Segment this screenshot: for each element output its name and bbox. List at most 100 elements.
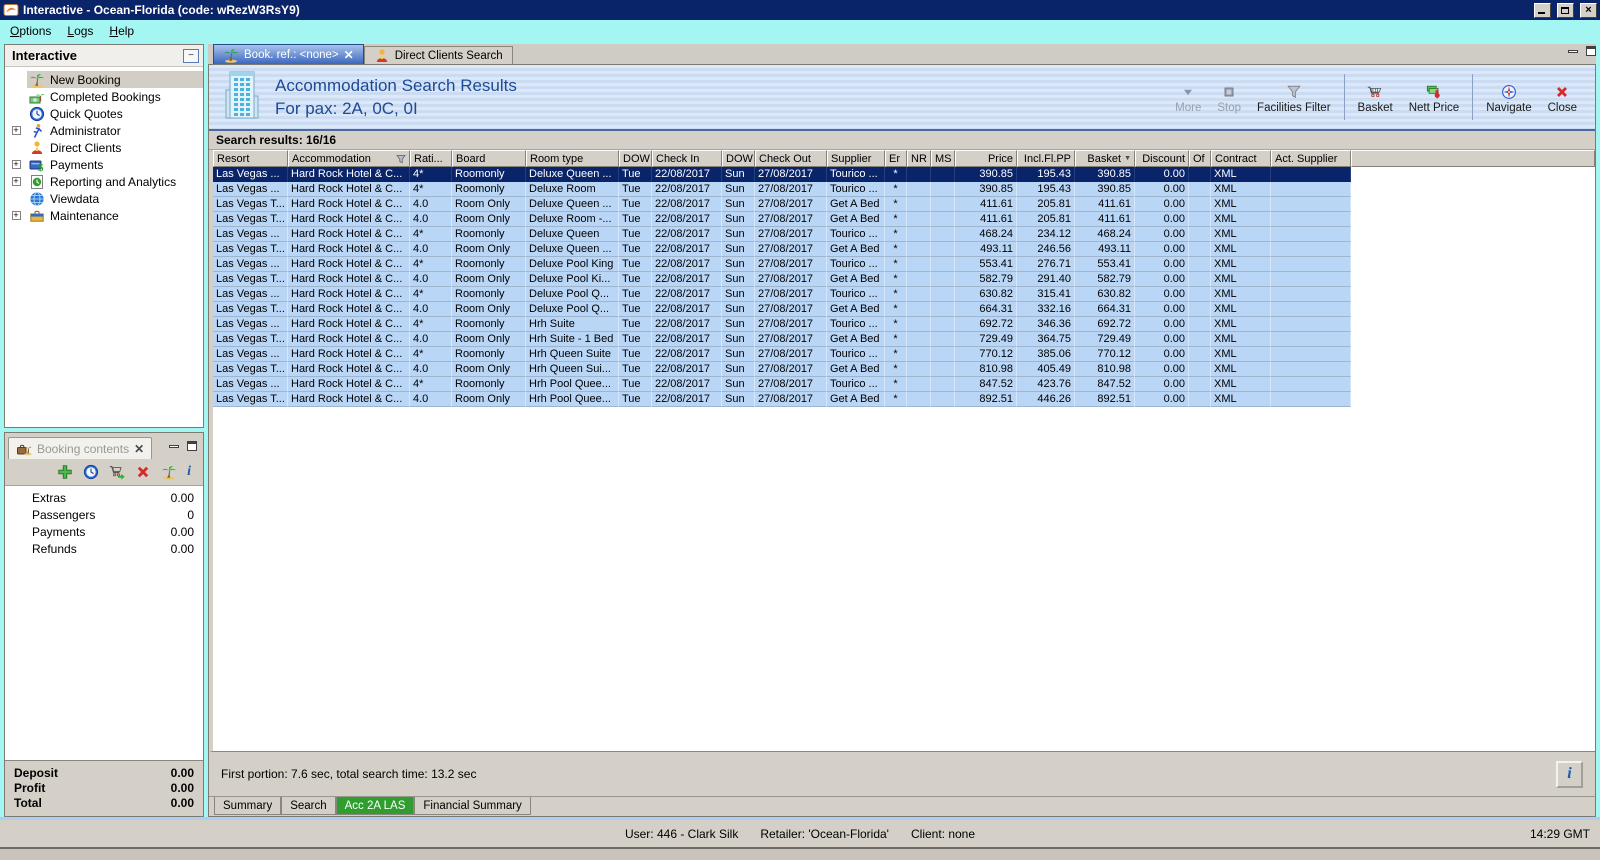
expand-icon[interactable]: +	[5, 211, 27, 220]
bottom-tab-summary[interactable]: Summary	[214, 797, 282, 815]
plus-icon[interactable]: +	[11, 126, 21, 135]
maximize-icon[interactable]	[187, 441, 197, 451]
column-header-incl-fl-pp[interactable]: Incl.Fl.PP	[1017, 150, 1075, 167]
column-header-rating[interactable]: Rati...	[410, 150, 452, 167]
table-row[interactable]: Las Vegas T... Hard Rock Hotel & C... 4.0 R…	[213, 212, 1595, 227]
bottom-tab-financial-summary[interactable]: Financial Summary	[414, 797, 531, 815]
bottom-tab-search[interactable]: Search	[281, 797, 336, 815]
menu-options[interactable]: Options	[2, 22, 59, 40]
column-header-accommodation[interactable]: Accommodation	[288, 150, 410, 167]
close-button[interactable]: Close	[1540, 79, 1585, 116]
column-header-act-supplier[interactable]: Act. Supplier	[1271, 150, 1351, 167]
client-area: Interactive − New Booking Completed Booki…	[0, 44, 1600, 817]
sidebar-item-completed-bookings[interactable]: Completed Bookings	[5, 88, 203, 105]
sidebar-item-viewdata[interactable]: Viewdata	[5, 190, 203, 207]
plus-icon[interactable]: +	[11, 177, 21, 186]
maximize-icon[interactable]	[1586, 46, 1596, 56]
info-icon[interactable]: i	[187, 465, 191, 479]
table-row[interactable]: Las Vegas ... Hard Rock Hotel & C... 4* Roo…	[213, 287, 1595, 302]
table-cell-rating: 4.0	[410, 392, 452, 407]
table-row[interactable]: Las Vegas T... Hard Rock Hotel & C... 4.0 R…	[213, 302, 1595, 317]
table-cell-rating: 4*	[410, 347, 452, 362]
column-header-label: Accommodation	[292, 152, 371, 165]
table-cell-basket: 630.82	[1075, 287, 1135, 302]
filter-icon[interactable]	[396, 154, 406, 164]
column-header-discount[interactable]: Discount	[1135, 150, 1189, 167]
table-row[interactable]: Las Vegas ... Hard Rock Hotel & C... 4* Roo…	[213, 377, 1595, 392]
clock-icon[interactable]	[83, 464, 99, 480]
cart-arrow-icon[interactable]	[109, 464, 125, 480]
navigate-button[interactable]: Navigate	[1478, 79, 1539, 116]
table-cell-supplier: Get A Bed	[827, 212, 885, 227]
column-header-price[interactable]: Price	[955, 150, 1017, 167]
column-header-check-out[interactable]: Check Out	[755, 150, 827, 167]
sidebar-item-reporting-and-analytics[interactable]: + Reporting and Analytics	[5, 173, 203, 190]
column-header-contract[interactable]: Contract	[1211, 150, 1271, 167]
close-icon[interactable]: ✕	[344, 48, 354, 62]
plus-icon[interactable]: +	[11, 160, 21, 169]
table-row[interactable]: Las Vegas ... Hard Rock Hotel & C... 4* Roo…	[213, 347, 1595, 362]
table-row[interactable]: Las Vegas ... Hard Rock Hotel & C... 4* Roo…	[213, 227, 1595, 242]
menu-logs[interactable]: Logs	[59, 22, 101, 40]
plus-icon[interactable]: +	[11, 211, 21, 220]
close-button[interactable]: ×	[1580, 2, 1597, 18]
tab-direct-clients-search[interactable]: Direct Clients Search	[363, 46, 513, 64]
column-header-of[interactable]: Of	[1189, 150, 1211, 167]
table-row[interactable]: Las Vegas T... Hard Rock Hotel & C... 4.0 R…	[213, 332, 1595, 347]
table-row[interactable]: Las Vegas T... Hard Rock Hotel & C... 4.0 R…	[213, 197, 1595, 212]
delete-x-icon[interactable]	[135, 464, 151, 480]
expand-icon[interactable]: +	[5, 177, 27, 186]
table-row[interactable]: Las Vegas T... Hard Rock Hotel & C... 4.0 R…	[213, 242, 1595, 257]
sidebar-item-administrator[interactable]: + Administrator	[5, 122, 203, 139]
menu-help[interactable]: Help	[101, 22, 142, 40]
table-cell-dow-in: Tue	[619, 392, 652, 407]
booking-contents-tab[interactable]: Booking contents ✕	[8, 437, 153, 459]
column-header-nr[interactable]: NR	[907, 150, 931, 167]
table-row[interactable]: Las Vegas T... Hard Rock Hotel & C... 4.0 R…	[213, 362, 1595, 377]
column-header-check-in[interactable]: Check In	[652, 150, 722, 167]
table-cell-incl-fl-pp: 205.81	[1017, 197, 1075, 212]
table-cell-er: *	[885, 377, 907, 392]
facilities-filter-button[interactable]: Facilities Filter	[1249, 79, 1338, 116]
expand-icon[interactable]: +	[5, 126, 27, 135]
add-icon[interactable]	[57, 464, 73, 480]
minimize-icon[interactable]	[169, 444, 179, 448]
table-cell-of	[1189, 212, 1211, 227]
table-cell-incl-fl-pp: 234.12	[1017, 227, 1075, 242]
palm-tree-icon[interactable]	[161, 464, 177, 480]
table-row[interactable]: Las Vegas T... Hard Rock Hotel & C... 4.0 R…	[213, 392, 1595, 407]
nett-price-button[interactable]: Nett Price	[1401, 79, 1468, 116]
column-header-basket[interactable]: Basket ▼	[1075, 150, 1135, 167]
column-header-ms[interactable]: MS	[931, 150, 955, 167]
table-row[interactable]: Las Vegas ... Hard Rock Hotel & C... 4* Roo…	[213, 317, 1595, 332]
column-header-dow-in[interactable]: DOW	[619, 150, 652, 167]
table-row[interactable]: Las Vegas ... Hard Rock Hotel & C... 4* Roo…	[213, 257, 1595, 272]
sidebar-item-maintenance[interactable]: + Maintenance	[5, 207, 203, 224]
tab-book-ref-none[interactable]: Book. ref.: <none> ✕	[213, 44, 364, 64]
table-cell-board: Roomonly	[452, 167, 526, 182]
results-header: Accommodation Search Results For pax: 2A…	[209, 65, 1595, 131]
sidebar-item-direct-clients[interactable]: Direct Clients	[5, 139, 203, 156]
column-header-board[interactable]: Board	[452, 150, 526, 167]
bottom-tab-acc-2a-las[interactable]: Acc 2A LAS	[335, 797, 415, 815]
column-header-er[interactable]: Er	[885, 150, 907, 167]
table-row[interactable]: Las Vegas ... Hard Rock Hotel & C... 4* Roo…	[213, 167, 1595, 182]
minimize-button[interactable]	[1534, 2, 1551, 18]
table-row[interactable]: Las Vegas ... Hard Rock Hotel & C... 4* Roo…	[213, 182, 1595, 197]
minimize-icon[interactable]	[1568, 49, 1578, 53]
sidebar-item-payments[interactable]: + $ Payments	[5, 156, 203, 173]
column-header-resort[interactable]: Resort	[213, 150, 288, 167]
expand-icon[interactable]: +	[5, 160, 27, 169]
restore-button[interactable]	[1557, 2, 1574, 18]
table-row[interactable]: Las Vegas T... Hard Rock Hotel & C... 4.0 R…	[213, 272, 1595, 287]
table-cell-basket: 582.79	[1075, 272, 1135, 287]
column-header-supplier[interactable]: Supplier	[827, 150, 885, 167]
sidebar-item-quick-quotes[interactable]: Quick Quotes	[5, 105, 203, 122]
sidebar-item-new-booking[interactable]: New Booking	[5, 71, 203, 88]
info-button[interactable]: i	[1556, 760, 1583, 788]
basket-button[interactable]: Basket	[1350, 79, 1401, 116]
column-header-dow-out[interactable]: DOW	[722, 150, 755, 167]
close-icon[interactable]: ✕	[134, 442, 144, 456]
column-header-room-type[interactable]: Room type	[526, 150, 619, 167]
panel-collapse-button[interactable]: −	[183, 48, 199, 63]
